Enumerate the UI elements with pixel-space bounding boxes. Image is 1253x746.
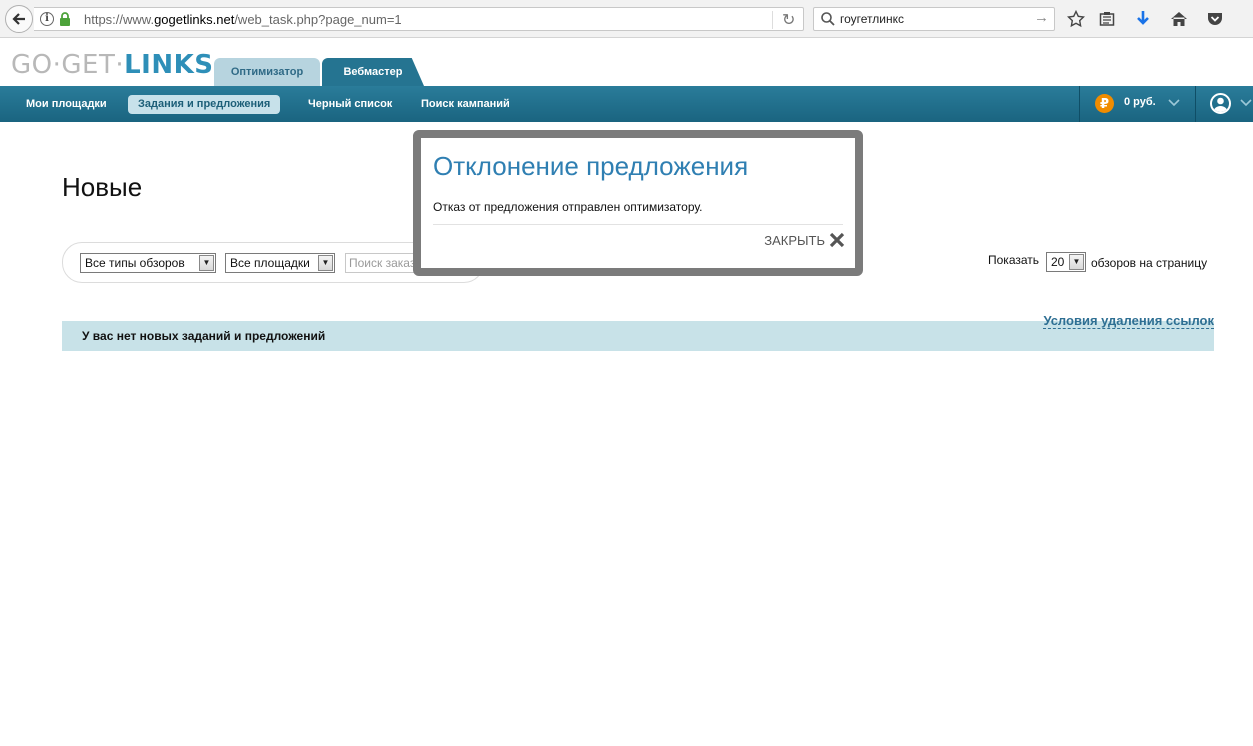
browser-search-input[interactable]: гоугетлинкс → — [813, 7, 1055, 31]
user-icon[interactable] — [1210, 93, 1231, 114]
empty-message: У вас нет новых заданий и предложений — [82, 329, 326, 343]
modal-title: Отклонение предложения — [433, 151, 749, 181]
review-type-select[interactable]: Все типы обзоров ▼ — [80, 253, 216, 273]
perpage-label: Показать — [988, 253, 1040, 267]
pocket-icon[interactable] — [1204, 8, 1226, 30]
dropdown-arrow-icon: ▼ — [1069, 254, 1084, 270]
reading-list-icon[interactable] — [1096, 8, 1118, 30]
empty-state-bar: У вас нет новых заданий и предложений — [62, 321, 1214, 351]
chevron-down-icon[interactable] — [1240, 96, 1252, 108]
perpage-select[interactable]: 20 ▼ — [1046, 252, 1086, 272]
back-button[interactable] — [5, 5, 33, 33]
divider — [433, 224, 843, 225]
nav-item-campaign-search[interactable]: Поиск кампаний — [411, 95, 520, 114]
home-icon[interactable] — [1168, 8, 1190, 30]
tab-webmaster[interactable]: Вебмастер — [322, 58, 424, 86]
star-icon[interactable] — [1065, 8, 1087, 30]
lock-icon — [60, 12, 70, 26]
main-nav: Мои площадки Задания и предложения Черны… — [0, 86, 1253, 122]
nav-item-blacklist[interactable]: Черный список — [298, 95, 402, 114]
url-text: https://www.gogetlinks.net/web_task.php?… — [84, 12, 402, 27]
arrow-right-icon[interactable]: → — [1034, 9, 1049, 26]
link-removal-terms[interactable]: Условия удаления ссылок — [1043, 313, 1214, 329]
modal-message: Отказ от предложения отправлен оптимизат… — [433, 200, 703, 214]
arrow-left-icon — [12, 13, 25, 25]
site-select[interactable]: Все площадки ▼ — [225, 253, 335, 273]
modal-dialog: Отклонение предложения Отказ от предложе… — [413, 130, 863, 276]
dropdown-arrow-icon: ▼ — [199, 255, 214, 271]
ruble-icon: ₽ — [1095, 94, 1114, 113]
divider — [1079, 86, 1080, 122]
search-icon — [821, 12, 835, 26]
chevron-down-icon[interactable] — [1168, 96, 1180, 108]
balance[interactable]: 0 руб. — [1124, 96, 1156, 108]
logo[interactable]: GO·GET·LINKS — [11, 50, 213, 80]
nav-item-tasks[interactable]: Задания и предложения — [128, 95, 281, 114]
nav-item-my-sites[interactable]: Мои площадки — [16, 95, 117, 114]
site-header: GO·GET·LINKS Оптимизатор Вебмастер — [0, 38, 1253, 86]
search-query-text: гоугетлинкс — [840, 12, 904, 26]
browser-toolbar: i https://www.gogetlinks.net/web_task.ph… — [0, 0, 1253, 38]
divider — [772, 11, 773, 29]
close-button[interactable]: ЗАКРЫТЬ — [764, 232, 845, 248]
download-icon[interactable] — [1132, 8, 1154, 30]
tab-optimizer[interactable]: Оптимизатор — [214, 58, 320, 86]
reload-icon[interactable]: ↻ — [782, 10, 795, 30]
info-icon[interactable]: i — [40, 12, 54, 26]
dropdown-arrow-icon: ▼ — [318, 255, 333, 271]
perpage-suffix: обзоров на страницу — [1091, 256, 1208, 270]
page-title: Новые — [62, 172, 143, 202]
close-icon — [829, 232, 845, 248]
close-label: ЗАКРЫТЬ — [764, 232, 825, 248]
address-bar[interactable]: i https://www.gogetlinks.net/web_task.ph… — [34, 7, 804, 31]
divider — [1195, 86, 1196, 122]
